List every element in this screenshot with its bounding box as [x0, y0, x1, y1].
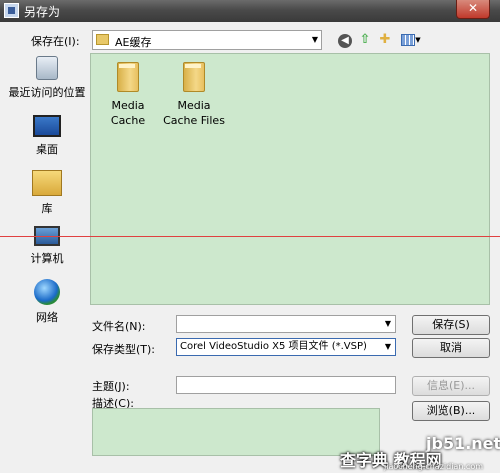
- folder-name-line: Media: [111, 99, 145, 112]
- place-label: 计算机: [30, 252, 64, 265]
- folder-icon: [181, 60, 207, 94]
- network-icon: [34, 279, 60, 305]
- filename-input[interactable]: ▼: [176, 315, 396, 333]
- up-folder-button[interactable]: ⇧: [356, 31, 374, 49]
- places-bar: 最近访问的位置 桌面 库 计算机 网络: [6, 53, 88, 333]
- folder-item[interactable]: Media Cache: [93, 60, 163, 128]
- folder-name-line: Media: [177, 99, 211, 112]
- save-in-dropdown[interactable]: AE缓存 ▼: [92, 30, 322, 50]
- folder-name-line: Cache: [110, 114, 146, 127]
- window-title: 另存为: [24, 5, 61, 19]
- folder-item[interactable]: Media Cache Files: [159, 60, 229, 128]
- chevron-down-icon: ▼: [311, 35, 318, 44]
- folder-name-line: Cache Files: [163, 114, 225, 127]
- save-button[interactable]: 保存(S): [412, 315, 490, 335]
- cancel-button[interactable]: 取消: [412, 338, 490, 358]
- filename-label: 文件名(N):: [92, 320, 146, 333]
- chevron-down-icon: ▼: [415, 36, 421, 44]
- place-network[interactable]: 网络: [6, 279, 88, 325]
- place-recent[interactable]: 最近访问的位置: [6, 56, 88, 100]
- place-label: 桌面: [36, 143, 58, 156]
- place-computer[interactable]: 计算机: [6, 226, 88, 266]
- red-guide-line: [0, 236, 500, 237]
- up-folder-icon: ⇧: [359, 32, 371, 47]
- place-label: 库: [41, 202, 53, 215]
- views-menu-button[interactable]: ▼: [398, 31, 424, 49]
- filetype-label: 保存类型(T):: [92, 343, 156, 356]
- folder-icon: [96, 34, 109, 45]
- library-icon: [32, 170, 62, 196]
- save-in-label: 保存在(I):: [31, 35, 80, 48]
- back-arrow-icon: ◀: [338, 34, 352, 48]
- desktop-icon: [33, 115, 61, 137]
- title-bar: 另存为 ✕: [0, 0, 500, 22]
- app-icon: [4, 3, 19, 18]
- close-button[interactable]: ✕: [456, 0, 490, 19]
- chevron-down-icon: ▼: [384, 342, 391, 351]
- place-label: 最近访问的位置: [8, 86, 86, 99]
- filetype-value: Corel VideoStudio X5 项目文件 (*.VSP): [180, 341, 367, 352]
- views-menu-icon: [401, 34, 416, 46]
- place-library[interactable]: 库: [6, 170, 88, 216]
- file-list[interactable]: Media Cache Media Cache Files: [90, 53, 490, 305]
- description-input[interactable]: [92, 408, 380, 456]
- folder-icon: [115, 60, 141, 94]
- recent-places-icon: [36, 56, 58, 80]
- place-desktop[interactable]: 桌面: [6, 115, 88, 157]
- info-button[interactable]: 信息(E)...: [412, 376, 490, 396]
- subject-label: 主题(J):: [92, 380, 130, 393]
- watermark-sub: jiaocheng.chazidian.com: [384, 462, 484, 471]
- new-folder-icon: ✚: [379, 32, 391, 47]
- chevron-down-icon: ▼: [384, 319, 391, 328]
- back-button[interactable]: ◀: [336, 31, 354, 49]
- place-label: 网络: [36, 311, 58, 324]
- subject-input[interactable]: [176, 376, 396, 394]
- save-in-value: AE缓存: [115, 36, 152, 49]
- filetype-dropdown[interactable]: Corel VideoStudio X5 项目文件 (*.VSP) ▼: [176, 338, 396, 356]
- new-folder-button[interactable]: ✚: [376, 31, 394, 49]
- browse-button[interactable]: 浏览(B)...: [412, 401, 490, 421]
